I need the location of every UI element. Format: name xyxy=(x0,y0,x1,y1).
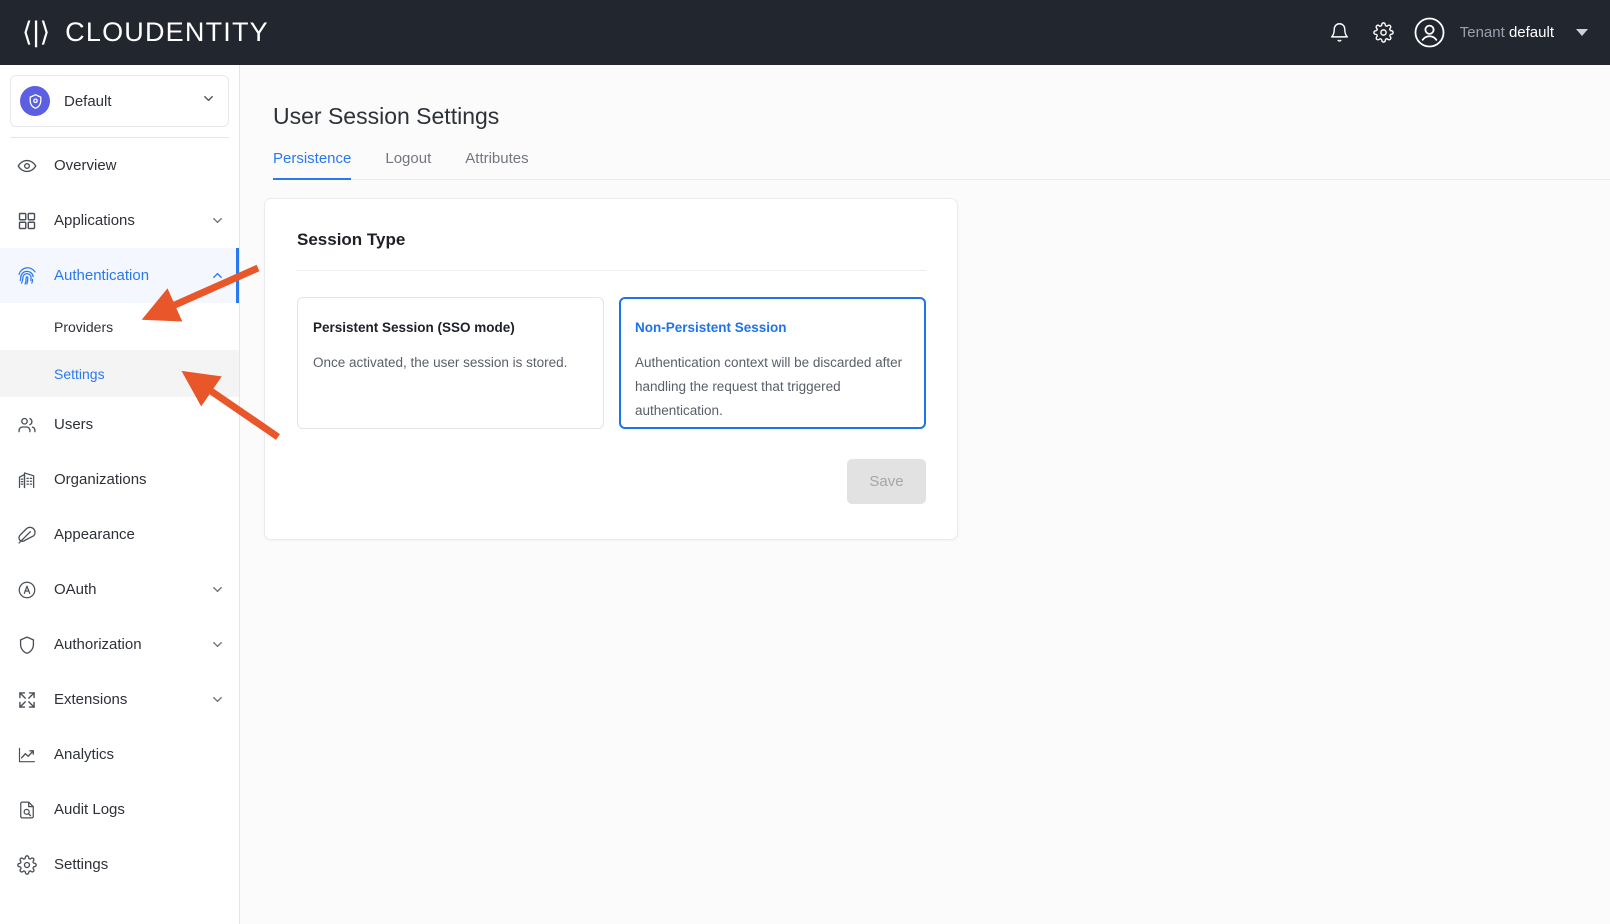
sidebar-item-label: Applications xyxy=(54,212,135,229)
user-avatar-button[interactable] xyxy=(1406,9,1454,57)
main-content: User Session Settings Persistence Logout… xyxy=(240,65,1610,924)
sidebar-item-label: Settings xyxy=(54,856,109,873)
tenant-prefix: Tenant xyxy=(1459,24,1505,41)
sidebar-subitem-label: Settings xyxy=(54,365,105,382)
sidebar-item-appearance[interactable]: Appearance xyxy=(0,507,239,562)
workspace-selector[interactable]: Default xyxy=(10,75,229,127)
sidebar-item-label: Authorization xyxy=(54,636,142,653)
sidebar-item-overview[interactable]: Overview xyxy=(0,138,239,193)
sidebar-item-label: Overview xyxy=(54,157,117,174)
sidebar-item-label: Analytics xyxy=(54,746,115,763)
eye-icon xyxy=(14,156,40,176)
sidebar-item-analytics[interactable]: Analytics xyxy=(0,727,239,782)
sidebar-subitem-providers[interactable]: Providers xyxy=(0,303,239,350)
sidebar-item-extensions[interactable]: Extensions xyxy=(0,672,239,727)
feather-icon xyxy=(14,525,40,545)
sidebar-item-users[interactable]: Users xyxy=(0,397,239,452)
gear-icon xyxy=(1373,22,1394,43)
sidebar-item-label: Appearance xyxy=(54,526,135,543)
chevron-up-icon xyxy=(210,268,225,283)
tenant-caret-down-icon[interactable] xyxy=(1576,29,1588,36)
sidebar-item-label: Extensions xyxy=(54,691,128,708)
notifications-button[interactable] xyxy=(1318,11,1362,55)
option-description: Authentication context will be discarded… xyxy=(635,355,903,418)
sidebar-item-settings[interactable]: Settings xyxy=(0,837,239,892)
chevron-down-icon xyxy=(210,213,225,228)
sidebar-item-authentication[interactable]: Authentication xyxy=(0,248,239,303)
sidebar-item-oauth[interactable]: OAuth xyxy=(0,562,239,617)
sidebar-item-label: OAuth xyxy=(54,581,97,598)
user-avatar-icon xyxy=(1414,17,1445,48)
sidebar-subitem-label: Providers xyxy=(54,318,114,335)
sidebar-item-organizations[interactable]: Organizations xyxy=(0,452,239,507)
top-bar: ⟨|⟩ CLOUDENTITY Tenant default xyxy=(0,0,1610,65)
workspace-selector-wrap: Default xyxy=(0,65,239,138)
brand-name: CLOUDENTITY xyxy=(65,17,269,47)
tenant-name: default xyxy=(1508,24,1554,41)
chevron-down-icon xyxy=(210,637,225,652)
workspace-shield-icon xyxy=(20,86,50,116)
card-title: Session Type xyxy=(297,230,406,249)
tab-persistence[interactable]: Persistence xyxy=(273,150,352,180)
sidebar-item-authorization[interactable]: Authorization xyxy=(0,617,239,672)
workspace-chevron-down-icon xyxy=(201,91,216,111)
card-divider xyxy=(296,270,926,271)
settings-button[interactable] xyxy=(1362,11,1406,55)
building-icon xyxy=(14,470,40,490)
bell-icon xyxy=(1331,23,1349,42)
grid-icon xyxy=(14,211,40,231)
expand-icon xyxy=(14,690,40,710)
sidebar-item-audit-logs[interactable]: Audit Logs xyxy=(0,782,239,837)
tab-bar: Persistence Logout Attributes xyxy=(273,150,1610,180)
session-type-card: Session Type Persistent Session (SSO mod… xyxy=(264,198,958,540)
tenant-label: Tenant default xyxy=(1460,24,1554,41)
chevron-down-icon xyxy=(210,582,225,597)
shield-icon xyxy=(14,635,40,655)
cloudentity-logo-icon: ⟨|⟩ xyxy=(22,17,50,48)
sidebar-subitem-settings[interactable]: Settings xyxy=(0,350,239,397)
top-bar-actions: Tenant default xyxy=(1318,9,1594,57)
tab-logout[interactable]: Logout xyxy=(385,150,431,180)
sidebar-item-applications[interactable]: Applications xyxy=(0,193,239,248)
oauth-circle-icon xyxy=(14,580,40,600)
brand-logo[interactable]: ⟨|⟩ CLOUDENTITY xyxy=(22,17,269,48)
card-actions: Save xyxy=(265,429,957,539)
gear-icon xyxy=(14,854,40,875)
option-title: Persistent Session (SSO mode) xyxy=(313,320,515,335)
sidebar: Default Overview Applications Authentica… xyxy=(0,65,240,924)
page-title: User Session Settings xyxy=(273,103,500,129)
fingerprint-icon xyxy=(14,266,40,286)
save-button[interactable]: Save xyxy=(847,459,926,504)
sidebar-item-label: Users xyxy=(54,416,94,433)
chevron-down-icon xyxy=(210,692,225,707)
sidebar-item-label: Audit Logs xyxy=(54,801,125,818)
sidebar-item-label: Organizations xyxy=(54,471,147,488)
session-type-options: Persistent Session (SSO mode) Once activ… xyxy=(297,297,957,429)
tab-attributes[interactable]: Attributes xyxy=(465,150,528,180)
workspace-name: Default xyxy=(64,92,112,110)
chart-line-icon xyxy=(14,745,40,765)
users-icon xyxy=(14,415,40,435)
option-title: Non-Persistent Session xyxy=(635,320,787,335)
option-non-persistent-session[interactable]: Non-Persistent Session Authentication co… xyxy=(619,297,926,429)
sidebar-item-label: Authentication xyxy=(54,267,150,284)
option-persistent-session[interactable]: Persistent Session (SSO mode) Once activ… xyxy=(297,297,604,429)
document-search-icon xyxy=(14,800,40,820)
option-description: Once activated, the user session is stor… xyxy=(313,355,568,370)
